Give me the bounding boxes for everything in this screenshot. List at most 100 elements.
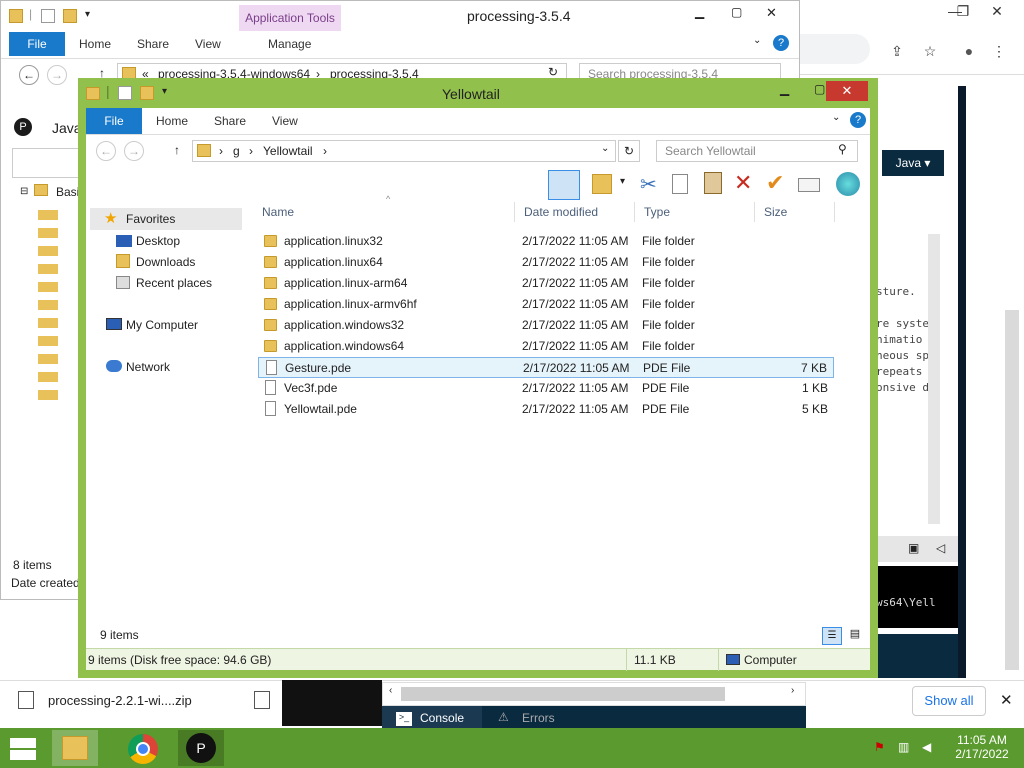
tab-console[interactable]: Console — [420, 711, 464, 725]
file-date: 2/17/2022 11:05 AM — [522, 339, 629, 353]
file-row[interactable]: application.windows64 2/17/2022 11:05 AM F… — [258, 336, 834, 357]
horizontal-scrollbar[interactable]: ‹ › — [382, 682, 806, 706]
ribbon-expand-icon[interactable]: ⌄ — [832, 112, 840, 123]
tab-view[interactable]: View — [272, 109, 298, 133]
quick-access-dropdown-icon[interactable]: ▾ — [162, 86, 167, 97]
back-icon[interactable]: ← — [19, 65, 39, 85]
file-name: application.linux-armv6hf — [284, 297, 417, 311]
close-button[interactable]: ✕ — [826, 81, 868, 101]
column-type[interactable]: Type — [644, 200, 670, 224]
tab-home[interactable]: Home — [156, 109, 188, 133]
tab-view[interactable]: View — [195, 32, 221, 56]
tree-root-label[interactable]: Basi — [56, 185, 79, 199]
nav-downloads[interactable]: Downloads — [136, 252, 195, 272]
tab-share[interactable]: Share — [137, 32, 169, 56]
maximize-icon[interactable]: ▢ — [731, 5, 742, 19]
options-dropdown-icon[interactable]: ▾ — [620, 176, 625, 187]
delete-icon[interactable]: ✕ — [734, 170, 752, 196]
globe-icon[interactable] — [836, 172, 860, 196]
chrome-icon[interactable] — [120, 730, 166, 766]
help-icon[interactable]: ? — [850, 112, 866, 128]
refresh-icon[interactable]: ↻ — [618, 140, 640, 162]
new-folder-icon[interactable] — [140, 86, 154, 100]
breadcrumb-g[interactable]: g — [233, 144, 240, 158]
column-date-modified[interactable]: Date modified — [524, 200, 598, 224]
mode-selector[interactable]: Java ▾ — [882, 150, 944, 176]
profile-icon[interactable]: ● — [952, 40, 986, 62]
forward-icon[interactable]: → — [124, 141, 144, 161]
tab-manage[interactable]: Manage — [268, 32, 311, 56]
processing-icon[interactable]: P — [178, 730, 224, 766]
large-icons-view-icon[interactable]: ▤ — [846, 627, 864, 645]
preview-pane-icon[interactable] — [548, 170, 580, 200]
nav-desktop[interactable]: Desktop — [136, 231, 180, 251]
tab-home[interactable]: Home — [79, 32, 111, 56]
context-tab-application-tools[interactable]: Application Tools — [239, 5, 341, 31]
file-row[interactable]: Yellowtail.pde 2/17/2022 11:05 AM PDE File… — [258, 399, 834, 420]
up-icon[interactable]: ↑ — [174, 143, 180, 157]
file-row[interactable]: Gesture.pde 2/17/2022 11:05 AM PDE File 7 K… — [258, 357, 834, 378]
network-tray-icon[interactable]: ▥ — [898, 740, 909, 754]
properties-icon[interactable] — [118, 86, 132, 100]
browser-scrollbar[interactable] — [1005, 310, 1019, 670]
file-type: PDE File — [643, 361, 691, 375]
show-all-button[interactable]: Show all — [912, 686, 986, 716]
editor-scrollbar[interactable] — [928, 234, 940, 524]
download-item[interactable]: processing-2.2.1-wi....zip — [48, 693, 192, 708]
details-view-icon[interactable]: ☰ — [822, 627, 842, 645]
copy-icon[interactable] — [672, 174, 688, 194]
help-icon[interactable]: ? — [773, 35, 789, 51]
nav-recent-places[interactable]: Recent places — [136, 273, 212, 293]
tab-share[interactable]: Share — [214, 109, 246, 133]
breadcrumb-yellowtail[interactable]: Yellowtail — [263, 144, 313, 158]
file-row[interactable]: application.linux64 2/17/2022 11:05 AM Fil… — [258, 252, 834, 273]
tab-file[interactable]: File — [9, 32, 65, 56]
back-icon[interactable]: ← — [96, 141, 116, 161]
processing-search[interactable] — [12, 148, 82, 178]
file-row[interactable]: application.linux32 2/17/2022 11:05 AM Fil… — [258, 231, 834, 252]
nav-favorites[interactable]: Favorites — [126, 209, 175, 229]
close-icon[interactable]: ✕ — [980, 0, 1014, 22]
rename-icon[interactable] — [798, 178, 820, 192]
share-icon[interactable]: ⇪ — [880, 40, 914, 62]
star-icon[interactable]: ☆ — [913, 40, 947, 62]
flag-icon[interactable]: ⚑ — [874, 740, 885, 754]
checkmark-icon[interactable]: ✔ — [766, 170, 784, 196]
tab-file[interactable]: File — [86, 108, 142, 134]
address-bar[interactable]: › g › Yellowtail › ⌄ — [192, 140, 616, 162]
ribbon-expand-icon[interactable]: ⌄ — [753, 35, 761, 46]
search-icon[interactable]: ⚲ — [838, 142, 847, 156]
properties-icon[interactable] — [41, 9, 55, 23]
more-icon[interactable]: ⋮ — [982, 40, 1016, 62]
column-name[interactable]: Name — [262, 200, 294, 224]
tab-errors[interactable]: Errors — [522, 711, 555, 725]
forward-icon[interactable]: → — [47, 65, 67, 85]
restore-icon[interactable]: ❐ — [946, 0, 980, 22]
cut-icon[interactable]: ✂ — [640, 172, 657, 197]
new-folder-icon[interactable] — [63, 9, 77, 23]
file-row[interactable]: application.linux-armv6hf 2/17/2022 11:05… — [258, 294, 834, 315]
volume-icon[interactable]: ◀ — [922, 740, 931, 754]
file-row[interactable]: Vec3f.pde 2/17/2022 11:05 AM PDE File 1 KB — [258, 378, 834, 399]
nav-network[interactable]: Network — [126, 357, 170, 377]
file-row[interactable]: application.windows32 2/17/2022 11:05 AM F… — [258, 315, 834, 336]
search-input[interactable]: Search Yellowtail — [656, 140, 858, 162]
close-downloads-icon[interactable]: ✕ — [1000, 691, 1013, 709]
clock[interactable]: 11:05 AM 2/17/2022 — [948, 733, 1016, 761]
file-explorer-icon[interactable] — [52, 730, 98, 766]
minimize-icon[interactable]: ▁ — [695, 5, 704, 19]
file-row[interactable]: application.linux-arm64 2/17/2022 11:05 A… — [258, 273, 834, 294]
start-icon[interactable] — [10, 738, 36, 760]
address-dropdown-icon[interactable]: ⌄ — [601, 143, 609, 154]
folder-options-icon[interactable] — [592, 174, 612, 194]
minimize-icon[interactable]: ▁ — [780, 82, 789, 96]
collapse-icon[interactable]: ◁ — [936, 541, 945, 555]
refresh-icon[interactable]: ↻ — [548, 65, 558, 79]
copy-icon[interactable]: ▣ — [908, 541, 919, 555]
nav-my-computer[interactable]: My Computer — [126, 315, 198, 335]
paste-icon[interactable] — [704, 172, 722, 194]
column-size[interactable]: Size — [764, 200, 787, 224]
close-icon[interactable]: ✕ — [766, 5, 777, 21]
maximize-icon[interactable]: ▢ — [814, 82, 825, 96]
quick-access-dropdown-icon[interactable]: ▾ — [85, 9, 90, 20]
